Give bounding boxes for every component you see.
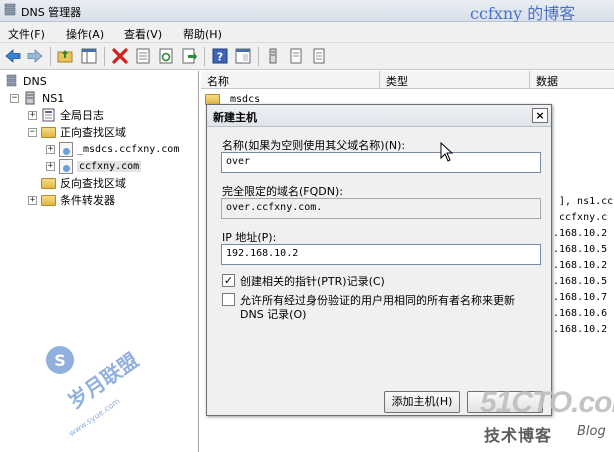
list-icon[interactable] bbox=[310, 47, 328, 65]
tree-node-forward-zones[interactable]: − 正向查找区域 bbox=[28, 124, 126, 140]
tree-label-global-log: 全局日志 bbox=[60, 109, 104, 122]
dialog-title: 新建主机 bbox=[213, 111, 257, 124]
fqdn-label: 完全限定的域名(FQDN): bbox=[222, 185, 343, 198]
show-tree-icon[interactable] bbox=[80, 47, 98, 65]
collapse-icon[interactable]: − bbox=[28, 127, 37, 137]
blog-watermark-top: ccfxny 的博客 bbox=[470, 4, 576, 23]
ip-label: IP 地址(P): bbox=[222, 231, 277, 244]
expand-icon[interactable]: + bbox=[46, 161, 55, 171]
zone-icon bbox=[59, 158, 73, 174]
folder-icon bbox=[41, 126, 56, 138]
expand-icon[interactable]: + bbox=[28, 195, 37, 205]
svg-text:?: ? bbox=[217, 51, 223, 64]
menu-bar: 文件(F) 操作(A) 查看(V) 帮助(H) bbox=[0, 22, 614, 43]
column-header-type[interactable]: 类型 bbox=[386, 73, 408, 89]
mouse-cursor-icon bbox=[440, 142, 454, 162]
tree-label-ns1: NS1 bbox=[42, 91, 65, 105]
event-log-icon bbox=[42, 108, 55, 122]
tree-node-reverse-zones[interactable]: 反向查找区域 bbox=[41, 175, 126, 191]
menu-view[interactable]: 查看(V) bbox=[124, 26, 162, 42]
add-host-button[interactable]: 添加主机(H) bbox=[384, 391, 460, 413]
record-icon[interactable] bbox=[287, 47, 305, 65]
server-node-icon bbox=[25, 91, 35, 105]
tree-label-zone-msdcs: _msdcs.ccfxny.com bbox=[77, 143, 180, 155]
expand-icon[interactable]: + bbox=[28, 110, 37, 120]
svg-text:S: S bbox=[54, 351, 66, 370]
column-header-name[interactable]: 名称 bbox=[207, 73, 229, 89]
logo-text: 岁月联盟 bbox=[64, 348, 143, 414]
column-divider[interactable] bbox=[529, 71, 530, 89]
new-host-dialog: 新建主机 × 名称(如果为空则使用其父域名称)(N): over 完全限定的域名… bbox=[206, 104, 552, 416]
tree-label-reverse-zones: 反向查找区域 bbox=[60, 177, 126, 190]
properties-icon[interactable] bbox=[134, 47, 152, 65]
dialog-title-bar[interactable]: 新建主机 × bbox=[207, 105, 551, 127]
toolbar-separator bbox=[50, 47, 51, 66]
tree-node-global-log[interactable]: + 全局日志 bbox=[28, 107, 104, 123]
toolbar-separator bbox=[204, 47, 205, 66]
help-icon[interactable]: ? bbox=[211, 47, 229, 65]
create-ptr-checkbox[interactable]: ✓ bbox=[222, 274, 235, 287]
tree-label-forwarders: 条件转发器 bbox=[60, 194, 115, 207]
brand-watermark: 51CTO.com bbox=[480, 386, 614, 419]
allow-auth-update-checkbox[interactable] bbox=[222, 293, 235, 306]
collapse-icon[interactable]: − bbox=[10, 93, 19, 103]
menu-file[interactable]: 文件(F) bbox=[8, 26, 45, 42]
window-title: DNS 管理器 bbox=[21, 6, 82, 19]
back-arrow-icon[interactable] bbox=[4, 47, 22, 65]
list-item-data: .168.10.7 bbox=[553, 292, 608, 303]
folder-icon bbox=[41, 177, 56, 189]
column-divider[interactable] bbox=[379, 71, 380, 89]
host-name-input[interactable]: over bbox=[221, 152, 541, 173]
tree-node-dns[interactable]: DNS bbox=[4, 73, 47, 89]
folder-icon bbox=[205, 93, 220, 105]
console-icon[interactable] bbox=[234, 47, 252, 65]
forward-arrow-icon[interactable] bbox=[26, 47, 44, 65]
list-item-data: ], ns1.cc bbox=[559, 196, 614, 207]
allow-auth-update-label-line2[interactable]: DNS 记录(O) bbox=[240, 306, 306, 322]
toolbar: ? bbox=[0, 43, 614, 70]
expand-icon[interactable]: + bbox=[46, 144, 55, 154]
list-item-data: .168.10.2 bbox=[553, 260, 608, 271]
menu-help[interactable]: 帮助(H) bbox=[183, 26, 222, 42]
ip-address-input[interactable]: 192.168.10.2 bbox=[221, 244, 541, 265]
tree-node-forwarders[interactable]: + 条件转发器 bbox=[28, 192, 115, 208]
up-folder-icon[interactable] bbox=[56, 47, 74, 65]
syue-watermark-logo: S 岁月联盟 www.syue.com bbox=[46, 346, 143, 438]
tree-node-zone-msdcs[interactable]: + _msdcs.ccfxny.com bbox=[46, 141, 179, 157]
delete-icon[interactable] bbox=[111, 47, 129, 65]
tree-label-forward-zones: 正向查找区域 bbox=[60, 126, 126, 139]
blog-watermark-en: Blog bbox=[577, 424, 606, 439]
toolbar-separator bbox=[258, 47, 259, 66]
list-item-name: _msdcs bbox=[224, 93, 261, 105]
list-item-data: .168.10.5 bbox=[553, 276, 608, 287]
blog-watermark-cn: 技术博客 bbox=[484, 426, 553, 445]
name-label: 名称(如果为空则使用其父域名称)(N): bbox=[222, 139, 406, 152]
window-title-bar: DNS 管理器 ccfxny 的博客 bbox=[0, 0, 614, 23]
list-item-data: .168.10.5 bbox=[553, 244, 608, 255]
dns-app-icon bbox=[4, 3, 16, 16]
create-ptr-label[interactable]: 创建相关的指针(PTR)记录(C) bbox=[240, 273, 385, 289]
list-item-data: .168.10.2 bbox=[553, 324, 608, 335]
list-item-data: ccfxny.c bbox=[559, 212, 608, 223]
tree-label-zone-main: ccfxny.com bbox=[77, 160, 142, 172]
tree-node-ns1[interactable]: − NS1 bbox=[10, 90, 64, 106]
folder-icon bbox=[41, 194, 56, 206]
menu-action[interactable]: 操作(A) bbox=[66, 26, 104, 42]
dns-root-icon bbox=[6, 74, 17, 87]
server-icon[interactable] bbox=[264, 47, 282, 65]
list-item-data: .168.10.2 bbox=[553, 228, 608, 239]
list-header: 名称 类型 数据 bbox=[201, 71, 614, 89]
toolbar-separator bbox=[104, 47, 105, 66]
zone-icon bbox=[59, 141, 73, 157]
export-icon[interactable] bbox=[180, 47, 198, 65]
fqdn-field: over.ccfxny.com. bbox=[221, 198, 541, 219]
tree-label-dns: DNS bbox=[23, 74, 47, 88]
list-item-data: .168.10.6 bbox=[553, 308, 608, 319]
tree-node-zone-main[interactable]: + ccfxny.com bbox=[46, 158, 142, 174]
refresh-icon[interactable] bbox=[157, 47, 175, 65]
close-icon[interactable]: × bbox=[532, 108, 548, 123]
column-header-data[interactable]: 数据 bbox=[536, 73, 558, 89]
